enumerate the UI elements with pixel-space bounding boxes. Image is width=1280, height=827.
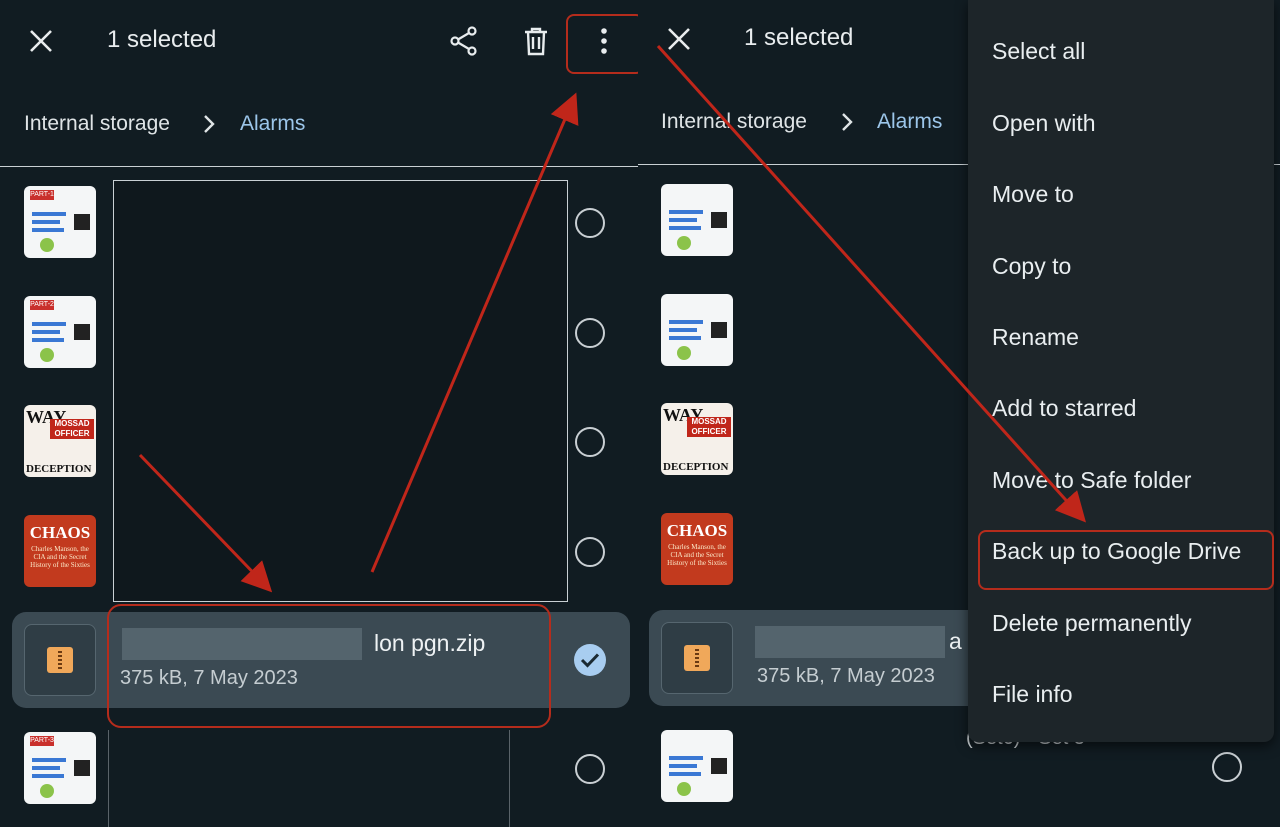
menu-item-open-with[interactable]: Open with xyxy=(992,110,1096,137)
thumb-text: Charles Manson, the CIA and the Secret H… xyxy=(667,543,727,567)
file-meta: 375 kB, 7 May 2023 xyxy=(757,665,935,687)
file-thumbnail[interactable] xyxy=(661,294,733,366)
select-radio[interactable] xyxy=(1212,752,1242,782)
selection-count: 1 selected xyxy=(744,24,854,51)
check-icon[interactable] xyxy=(574,644,606,676)
menu-item-add-to-starred[interactable]: Add to starred xyxy=(992,395,1136,422)
file-thumbnail[interactable] xyxy=(661,730,733,802)
thumb-text: Charles Manson, the CIA and the Secret H… xyxy=(30,545,90,569)
selection-toolbar: 1 selected xyxy=(0,0,638,82)
thumb-badge: PART-2 xyxy=(30,300,54,310)
breadcrumb-root[interactable]: Internal storage xyxy=(24,112,170,136)
thumb-text: CHAOS xyxy=(666,521,728,540)
selection-count: 1 selected xyxy=(107,26,217,53)
select-radio[interactable] xyxy=(575,537,605,567)
close-icon[interactable] xyxy=(22,22,60,60)
breadcrumb-current[interactable]: Alarms xyxy=(240,112,305,136)
file-name-tail: a xyxy=(949,628,962,654)
file-thumbnail[interactable]: WAY MOSSAD OFFICER DECEPTION xyxy=(24,405,96,477)
chevron-right-icon xyxy=(840,112,854,138)
file-thumbnail[interactable]: PART-3 xyxy=(24,732,96,804)
file-thumbnail[interactable]: CHAOS Charles Manson, the CIA and the Se… xyxy=(661,513,733,585)
file-thumbnail[interactable]: PART-2 xyxy=(24,296,96,368)
thumb-badge: PART-3 xyxy=(30,736,54,746)
zip-icon xyxy=(24,624,96,696)
select-radio[interactable] xyxy=(575,208,605,238)
divider xyxy=(0,166,638,167)
redaction-overlay xyxy=(113,180,568,602)
breadcrumb-current[interactable]: Alarms xyxy=(877,110,942,134)
file-thumbnail[interactable]: WAY MOSSAD OFFICER DECEPTION xyxy=(661,403,733,475)
menu-item-move-to-safe-folder[interactable]: Move to Safe folder xyxy=(992,467,1191,494)
menu-item-delete-permanently[interactable]: Delete permanently xyxy=(992,610,1191,637)
thumb-text: DECEPTION xyxy=(26,463,92,475)
thumb-text: MOSSAD xyxy=(54,419,90,428)
thumb-text: MOSSAD xyxy=(691,417,727,426)
close-icon[interactable] xyxy=(660,20,698,58)
menu-item-file-info[interactable]: File info xyxy=(992,681,1073,708)
thumb-badge: PART-1 xyxy=(30,190,54,200)
menu-item-move-to[interactable]: Move to xyxy=(992,181,1074,208)
select-radio[interactable] xyxy=(575,754,605,784)
menu-item-select-all[interactable]: Select all xyxy=(992,38,1085,65)
left-screenshot-panel: 1 selected Internal storage Alarms PART-… xyxy=(0,0,638,827)
overflow-menu: Select all Open with Move to Copy to Ren… xyxy=(968,0,1274,742)
chevron-right-icon xyxy=(202,114,216,140)
file-thumbnail[interactable]: PART-1 xyxy=(24,186,96,258)
thumb-text: OFFICER xyxy=(691,427,727,436)
delete-icon[interactable] xyxy=(516,20,556,62)
highlight-backup-item xyxy=(978,530,1274,590)
highlight-more-button xyxy=(566,14,638,74)
zip-icon xyxy=(661,622,733,694)
file-thumbnail[interactable] xyxy=(661,184,733,256)
select-radio[interactable] xyxy=(575,427,605,457)
thumb-text: OFFICER xyxy=(54,429,90,438)
thumb-text: DECEPTION xyxy=(663,461,729,473)
breadcrumb-root[interactable]: Internal storage xyxy=(661,110,807,134)
menu-item-rename[interactable]: Rename xyxy=(992,324,1079,351)
share-icon[interactable] xyxy=(444,20,484,62)
selected-file-row[interactable]: a 375 kB, 7 May 2023 xyxy=(649,610,989,706)
highlight-selected-file xyxy=(107,604,551,728)
menu-item-copy-to[interactable]: Copy to xyxy=(992,253,1071,280)
file-thumbnail[interactable]: CHAOS Charles Manson, the CIA and the Se… xyxy=(24,515,96,587)
select-radio[interactable] xyxy=(575,318,605,348)
thumb-text: CHAOS xyxy=(29,523,91,542)
